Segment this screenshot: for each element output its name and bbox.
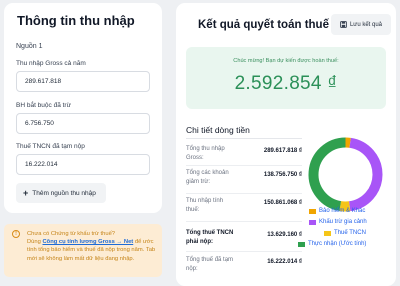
income-panel: Thông tin thu nhập Nguồn 1 Thu nhập Gros… [4, 3, 162, 213]
legend-label: Thuế TNCN [334, 230, 366, 236]
legend-label: Thực nhận (Ước tính) [308, 241, 367, 247]
legend-swatch [298, 241, 305, 247]
refund-amount: 2.592.854 ₫ [234, 73, 338, 94]
gross-net-tool-link[interactable]: Công cụ tính lương Gross → Net [42, 239, 133, 245]
hint-text: Chưa có Chứng từ khấu trừ thuế? Dùng Côn… [27, 230, 156, 263]
save-result-button[interactable]: Lưu kết quả [331, 14, 391, 35]
row-divider [186, 251, 302, 252]
legend-swatch [309, 219, 316, 225]
plus-icon: + [23, 188, 29, 198]
row-tax-due-value: 13.629.160 ₫ [267, 232, 302, 238]
legend-item: Thực nhận (Ước tính) [298, 241, 366, 247]
result-panel-title: Kết quả quyết toán thuế [198, 19, 329, 31]
income-source-label: Nguồn 1 [16, 43, 43, 50]
insurance-label: BH bắt buộc đã trừ [16, 102, 71, 109]
legend-label: Khấu trừ gia cảnh [319, 219, 367, 225]
cashflow-donut-chart [308, 137, 383, 212]
row-divider [186, 221, 302, 222]
refund-result-box: Chúc mừng! Bạn dự kiến được hoàn thuế: 2… [186, 47, 386, 109]
row-gross-label: Tổng thu nhập Gross: [186, 146, 225, 161]
row-divider [186, 165, 302, 166]
cashflow-detail-title: Chi tiết dòng tiền [186, 125, 250, 135]
hint-pre-link: Dùng [27, 239, 43, 246]
row-tax-paid-value: 16.222.014 ₫ [267, 259, 302, 265]
refund-message: Chúc mừng! Bạn dự kiến được hoàn thuế: [233, 58, 339, 64]
gross-income-label: Thu nhập Gross cả năm [16, 60, 86, 67]
legend-item: Khấu trừ gia cảnh [309, 219, 367, 225]
row-divider [186, 193, 302, 194]
tax-paid-label: Thuế TNCN đã tạm nộp [16, 143, 85, 150]
hint-line-1: Chưa có Chứng từ khấu trừ thuế? [27, 231, 116, 237]
row-tax-paid-label: Tổng thuế đã tạm nộp: [186, 257, 234, 272]
legend-swatch [309, 208, 316, 214]
insurance-input[interactable] [16, 113, 150, 134]
save-icon [340, 21, 347, 28]
row-deductions-value: 138.756.750 ₫ [263, 172, 302, 178]
row-tax-due-label: Tổng thuế TNCN phải nộp: [186, 230, 234, 245]
legend-label: Bảo hiểm & Khác [319, 208, 366, 214]
warning-icon: ! [12, 230, 20, 238]
add-income-source-label: Thêm nguồn thu nhập [32, 189, 96, 197]
legend-item: Thuế TNCN [324, 230, 366, 236]
gross-income-input[interactable] [16, 71, 150, 92]
save-result-label: Lưu kết quả [349, 21, 383, 28]
row-taxable-label: Thu nhập tính thuế: [186, 198, 224, 213]
row-gross-value: 289.617.818 ₫ [263, 148, 302, 154]
legend-item: Bảo hiểm & Khác [309, 208, 365, 214]
legend-swatch [324, 230, 331, 236]
row-taxable-value: 150.861.068 ₫ [263, 200, 302, 206]
tax-paid-input[interactable] [16, 154, 150, 175]
donut-slice-1 [348, 137, 383, 212]
detail-divider [186, 138, 302, 139]
withholding-hint-box: ! Chưa có Chứng từ khấu trừ thuế? Dùng C… [4, 224, 162, 277]
result-panel: Kết quả quyết toán thuế Lưu kết quả Chúc… [176, 3, 396, 286]
add-income-source-button[interactable]: + Thêm nguồn thu nhập [16, 183, 106, 203]
row-deductions-label: Tổng các khoản giảm trừ: [186, 170, 229, 185]
income-panel-title: Thông tin thu nhập [17, 13, 135, 28]
donut-slice-3 [308, 137, 346, 211]
